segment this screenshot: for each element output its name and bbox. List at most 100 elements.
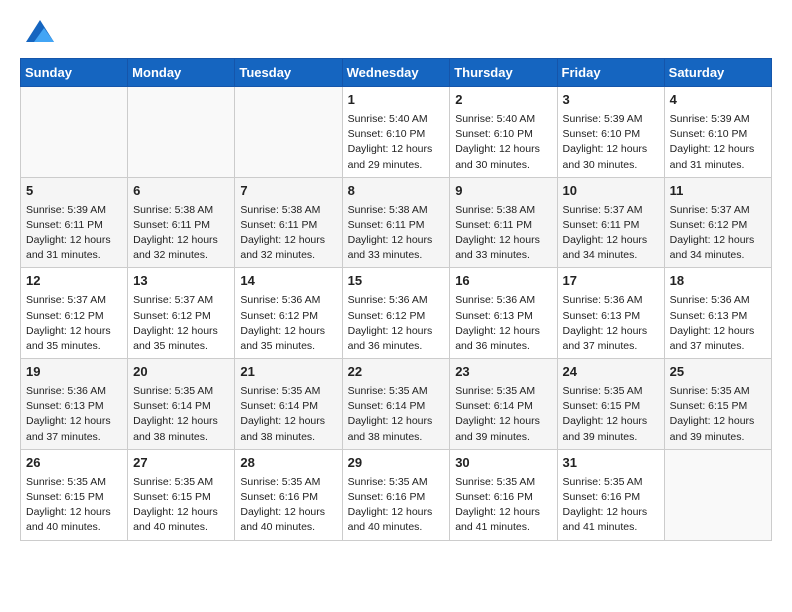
cell-content-line: Sunset: 6:10 PM bbox=[563, 127, 659, 142]
cell-content-line: Sunrise: 5:40 AM bbox=[348, 112, 445, 127]
calendar-cell: 31Sunrise: 5:35 AMSunset: 6:16 PMDayligh… bbox=[557, 449, 664, 540]
day-number: 1 bbox=[348, 91, 445, 110]
calendar-cell bbox=[128, 87, 235, 178]
cell-content-line: and 40 minutes. bbox=[348, 520, 445, 535]
cell-content-line: Sunrise: 5:35 AM bbox=[133, 475, 229, 490]
day-number: 28 bbox=[240, 454, 336, 473]
day-number: 9 bbox=[455, 182, 551, 201]
calendar-cell: 22Sunrise: 5:35 AMSunset: 6:14 PMDayligh… bbox=[342, 359, 450, 450]
cell-content-line: and 29 minutes. bbox=[348, 158, 445, 173]
cell-content-line: Sunset: 6:14 PM bbox=[348, 399, 445, 414]
cell-content-line: Sunrise: 5:37 AM bbox=[563, 203, 659, 218]
cell-content-line: Sunset: 6:11 PM bbox=[240, 218, 336, 233]
cell-content-line: Daylight: 12 hours bbox=[455, 414, 551, 429]
cell-content-line: Daylight: 12 hours bbox=[563, 142, 659, 157]
cell-content-line: and 39 minutes. bbox=[670, 430, 766, 445]
cell-content-line: Sunset: 6:10 PM bbox=[348, 127, 445, 142]
calendar-cell: 30Sunrise: 5:35 AMSunset: 6:16 PMDayligh… bbox=[450, 449, 557, 540]
cell-content-line: Sunset: 6:14 PM bbox=[133, 399, 229, 414]
day-of-week-header: Monday bbox=[128, 59, 235, 87]
calendar-cell: 10Sunrise: 5:37 AMSunset: 6:11 PMDayligh… bbox=[557, 177, 664, 268]
calendar-cell: 24Sunrise: 5:35 AMSunset: 6:15 PMDayligh… bbox=[557, 359, 664, 450]
calendar-cell: 1Sunrise: 5:40 AMSunset: 6:10 PMDaylight… bbox=[342, 87, 450, 178]
cell-content-line: Sunset: 6:11 PM bbox=[455, 218, 551, 233]
cell-content-line: Sunset: 6:11 PM bbox=[133, 218, 229, 233]
cell-content-line: and 40 minutes. bbox=[26, 520, 122, 535]
cell-content-line: Sunrise: 5:35 AM bbox=[26, 475, 122, 490]
cell-content-line: Sunrise: 5:35 AM bbox=[455, 384, 551, 399]
cell-content-line: Sunrise: 5:35 AM bbox=[240, 384, 336, 399]
calendar-cell: 29Sunrise: 5:35 AMSunset: 6:16 PMDayligh… bbox=[342, 449, 450, 540]
cell-content-line: and 32 minutes. bbox=[133, 248, 229, 263]
calendar-week-row: 5Sunrise: 5:39 AMSunset: 6:11 PMDaylight… bbox=[21, 177, 772, 268]
cell-content-line: Daylight: 12 hours bbox=[240, 233, 336, 248]
day-number: 13 bbox=[133, 272, 229, 291]
cell-content-line: and 38 minutes. bbox=[240, 430, 336, 445]
cell-content-line: Sunset: 6:12 PM bbox=[26, 309, 122, 324]
cell-content-line: and 34 minutes. bbox=[563, 248, 659, 263]
calendar-header-row: SundayMondayTuesdayWednesdayThursdayFrid… bbox=[21, 59, 772, 87]
day-of-week-header: Tuesday bbox=[235, 59, 342, 87]
cell-content-line: Sunset: 6:11 PM bbox=[348, 218, 445, 233]
day-number: 10 bbox=[563, 182, 659, 201]
cell-content-line: Daylight: 12 hours bbox=[240, 505, 336, 520]
cell-content-line: Daylight: 12 hours bbox=[455, 324, 551, 339]
cell-content-line: Daylight: 12 hours bbox=[133, 414, 229, 429]
cell-content-line: Sunrise: 5:36 AM bbox=[455, 293, 551, 308]
day-number: 21 bbox=[240, 363, 336, 382]
cell-content-line: Sunset: 6:13 PM bbox=[26, 399, 122, 414]
day-number: 19 bbox=[26, 363, 122, 382]
cell-content-line: Sunset: 6:16 PM bbox=[455, 490, 551, 505]
cell-content-line: and 35 minutes. bbox=[133, 339, 229, 354]
calendar-cell: 7Sunrise: 5:38 AMSunset: 6:11 PMDaylight… bbox=[235, 177, 342, 268]
day-number: 18 bbox=[670, 272, 766, 291]
cell-content-line: Sunset: 6:12 PM bbox=[240, 309, 336, 324]
day-number: 3 bbox=[563, 91, 659, 110]
cell-content-line: Daylight: 12 hours bbox=[455, 505, 551, 520]
cell-content-line: and 33 minutes. bbox=[348, 248, 445, 263]
day-number: 7 bbox=[240, 182, 336, 201]
calendar-cell: 18Sunrise: 5:36 AMSunset: 6:13 PMDayligh… bbox=[664, 268, 771, 359]
cell-content-line: Sunset: 6:14 PM bbox=[240, 399, 336, 414]
cell-content-line: Daylight: 12 hours bbox=[348, 505, 445, 520]
cell-content-line: Sunrise: 5:35 AM bbox=[348, 384, 445, 399]
cell-content-line: Daylight: 12 hours bbox=[563, 324, 659, 339]
cell-content-line: and 39 minutes. bbox=[455, 430, 551, 445]
calendar-cell: 23Sunrise: 5:35 AMSunset: 6:14 PMDayligh… bbox=[450, 359, 557, 450]
page-header bbox=[20, 20, 772, 42]
cell-content-line: Daylight: 12 hours bbox=[348, 324, 445, 339]
cell-content-line: Daylight: 12 hours bbox=[563, 505, 659, 520]
cell-content-line: Sunset: 6:12 PM bbox=[348, 309, 445, 324]
cell-content-line: Daylight: 12 hours bbox=[348, 414, 445, 429]
day-number: 25 bbox=[670, 363, 766, 382]
calendar-cell: 12Sunrise: 5:37 AMSunset: 6:12 PMDayligh… bbox=[21, 268, 128, 359]
calendar-week-row: 26Sunrise: 5:35 AMSunset: 6:15 PMDayligh… bbox=[21, 449, 772, 540]
cell-content-line: Sunrise: 5:39 AM bbox=[26, 203, 122, 218]
calendar-week-row: 19Sunrise: 5:36 AMSunset: 6:13 PMDayligh… bbox=[21, 359, 772, 450]
day-number: 5 bbox=[26, 182, 122, 201]
cell-content-line: Sunset: 6:11 PM bbox=[26, 218, 122, 233]
calendar-cell: 19Sunrise: 5:36 AMSunset: 6:13 PMDayligh… bbox=[21, 359, 128, 450]
cell-content-line: Daylight: 12 hours bbox=[133, 233, 229, 248]
calendar-cell: 13Sunrise: 5:37 AMSunset: 6:12 PMDayligh… bbox=[128, 268, 235, 359]
day-number: 11 bbox=[670, 182, 766, 201]
calendar-cell: 17Sunrise: 5:36 AMSunset: 6:13 PMDayligh… bbox=[557, 268, 664, 359]
cell-content-line: and 37 minutes. bbox=[26, 430, 122, 445]
day-number: 30 bbox=[455, 454, 551, 473]
cell-content-line: Sunset: 6:16 PM bbox=[563, 490, 659, 505]
cell-content-line: and 39 minutes. bbox=[563, 430, 659, 445]
cell-content-line: Daylight: 12 hours bbox=[670, 324, 766, 339]
day-number: 14 bbox=[240, 272, 336, 291]
cell-content-line: Sunset: 6:15 PM bbox=[133, 490, 229, 505]
cell-content-line: Sunset: 6:10 PM bbox=[670, 127, 766, 142]
cell-content-line: and 34 minutes. bbox=[670, 248, 766, 263]
cell-content-line: Sunrise: 5:38 AM bbox=[455, 203, 551, 218]
calendar-cell: 15Sunrise: 5:36 AMSunset: 6:12 PMDayligh… bbox=[342, 268, 450, 359]
day-number: 16 bbox=[455, 272, 551, 291]
day-number: 12 bbox=[26, 272, 122, 291]
cell-content-line: Sunrise: 5:35 AM bbox=[348, 475, 445, 490]
cell-content-line: Sunset: 6:12 PM bbox=[133, 309, 229, 324]
calendar-cell: 5Sunrise: 5:39 AMSunset: 6:11 PMDaylight… bbox=[21, 177, 128, 268]
cell-content-line: and 31 minutes. bbox=[670, 158, 766, 173]
logo-icon bbox=[26, 20, 54, 42]
